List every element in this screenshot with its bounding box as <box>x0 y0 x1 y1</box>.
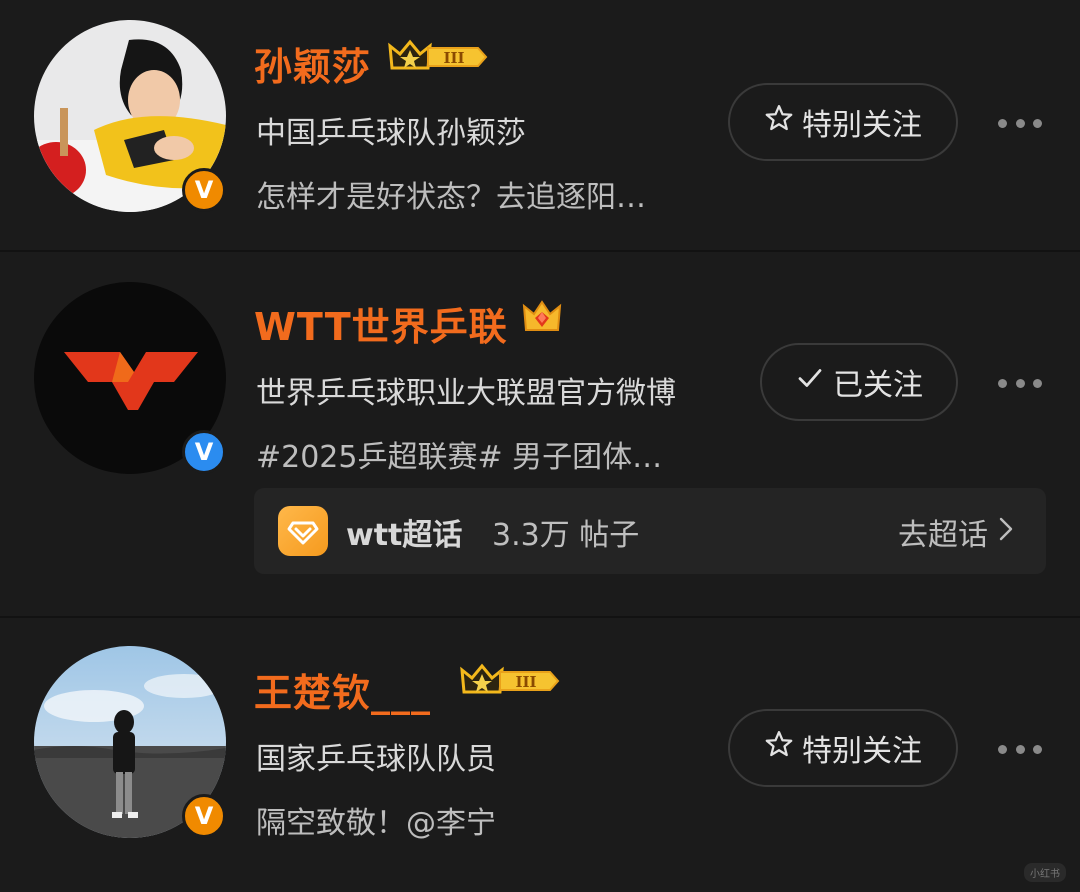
special-follow-button[interactable]: 特别关注 <box>728 83 958 161</box>
user-card[interactable]: V 孙颖莎 III 中国乒乓球队孙颖莎 怎样才是好状态？去追逐阳… 特别关注 <box>0 0 1080 250</box>
followed-button[interactable]: 已关注 <box>760 343 958 421</box>
user-description: 国家乒乓球队队员 <box>256 742 496 777</box>
super-topic-icon <box>278 506 328 556</box>
star-outline-icon <box>764 729 794 767</box>
more-icon[interactable] <box>998 113 1042 133</box>
latest-post[interactable]: #2025乒超联赛# 男子团体… <box>256 432 662 476</box>
go-super-topic-link[interactable]: 去超话 <box>898 510 1014 554</box>
verified-orange-icon: V <box>182 168 226 212</box>
crown-level-icon: III <box>460 663 560 694</box>
super-topic-bar[interactable]: wtt超话 3.3万 帖子 去超话 <box>254 488 1046 574</box>
user-name[interactable]: 孙颖莎 <box>254 36 371 91</box>
level-badge: III <box>460 662 564 700</box>
level-text: III <box>515 673 536 691</box>
verified-blue-icon: V <box>182 430 226 474</box>
check-icon <box>795 363 825 401</box>
user-card[interactable]: V 王楚钦___ III 国家乒乓球队队员 隔空致敬！@李宁 特别关注 <box>0 618 1080 892</box>
more-icon[interactable] <box>998 373 1042 393</box>
user-description: 中国乒乓球队孙颖莎 <box>256 116 526 151</box>
latest-post[interactable]: 隔空致敬！@李宁 <box>256 798 496 842</box>
super-topic-count: 3.3万 帖子 <box>492 518 640 553</box>
go-label: 去超话 <box>898 518 988 553</box>
more-icon[interactable] <box>998 739 1042 759</box>
crown-level-icon: III <box>388 39 488 70</box>
chevron-right-icon <box>998 515 1014 550</box>
verified-orange-icon: V <box>182 794 226 838</box>
latest-post[interactable]: 怎样才是好状态？去追逐阳… <box>256 172 646 216</box>
user-description: 世界乒乓球职业大联盟官方微博 <box>256 376 676 411</box>
crown-badge-icon <box>522 296 562 336</box>
special-follow-button[interactable]: 特别关注 <box>728 709 958 787</box>
follow-label: 特别关注 <box>802 108 922 143</box>
star-outline-icon <box>764 103 794 141</box>
user-card[interactable]: V WTT世界乒联 世界乒乓球职业大联盟官方微博 #2025乒超联赛# 男子团体… <box>0 252 1080 616</box>
user-name[interactable]: 王楚钦___ <box>254 662 431 717</box>
level-badge: III <box>388 38 492 76</box>
level-text: III <box>443 49 464 67</box>
watermark: 小红书 <box>1024 863 1066 882</box>
follow-label: 已关注 <box>833 368 923 403</box>
super-topic-name: wtt超话 <box>346 518 463 553</box>
follow-label: 特别关注 <box>802 734 922 769</box>
user-name[interactable]: WTT世界乒联 <box>254 296 508 351</box>
